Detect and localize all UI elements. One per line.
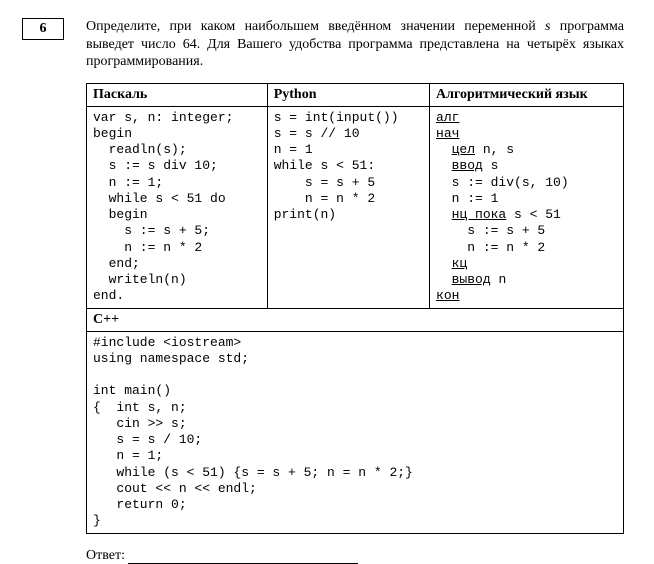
cell-python: s = int(input()) s = s // 10 n = 1 while… — [267, 106, 429, 308]
code-cpp: #include <iostream> using namespace std;… — [93, 335, 617, 530]
alg-keyword: ввод — [452, 158, 483, 173]
code-pascal: var s, n: integer; begin readln(s); s :=… — [93, 110, 261, 305]
table-header-row: Паскаль Python Алгоритмический язык — [87, 83, 624, 106]
code-table: Паскаль Python Алгоритмический язык var … — [86, 83, 624, 534]
code-python: s = int(input()) s = s // 10 n = 1 while… — [274, 110, 423, 224]
table-code-row: var s, n: integer; begin readln(s); s :=… — [87, 106, 624, 308]
alg-keyword: цел — [452, 142, 475, 157]
problem-header: 6 Определите, при каком наибольшем введё… — [22, 18, 624, 71]
header-alg: Алгоритмический язык — [430, 83, 624, 106]
alg-keyword: вывод — [452, 272, 491, 287]
prompt-text-1: Определите, при каком наибольшем введённ… — [86, 19, 545, 34]
problem-number-box: 6 — [22, 18, 64, 40]
answer-blank[interactable] — [128, 563, 358, 564]
answer-label: Ответ: — [86, 548, 128, 563]
alg-keyword: кон — [436, 288, 459, 303]
problem-number: 6 — [40, 21, 47, 37]
cell-cpp: #include <iostream> using namespace std;… — [87, 331, 624, 533]
header-cpp: C++ — [87, 308, 624, 331]
alg-keyword: нач — [436, 126, 459, 141]
alg-keyword: кц — [452, 256, 468, 271]
table-cpp-header-row: C++ — [87, 308, 624, 331]
code-alg: алг нач цел n, s ввод s s := div(s, 10) … — [436, 110, 617, 305]
answer-row: Ответ: — [86, 548, 624, 564]
cell-alg: алг нач цел n, s ввод s s := div(s, 10) … — [430, 106, 624, 308]
table-cpp-code-row: #include <iostream> using namespace std;… — [87, 331, 624, 533]
cell-pascal: var s, n: integer; begin readln(s); s :=… — [87, 106, 268, 308]
alg-keyword: алг — [436, 110, 459, 125]
header-python: Python — [267, 83, 429, 106]
alg-keyword: нц пока — [452, 207, 507, 222]
header-pascal: Паскаль — [87, 83, 268, 106]
problem-prompt: Определите, при каком наибольшем введённ… — [86, 18, 624, 71]
